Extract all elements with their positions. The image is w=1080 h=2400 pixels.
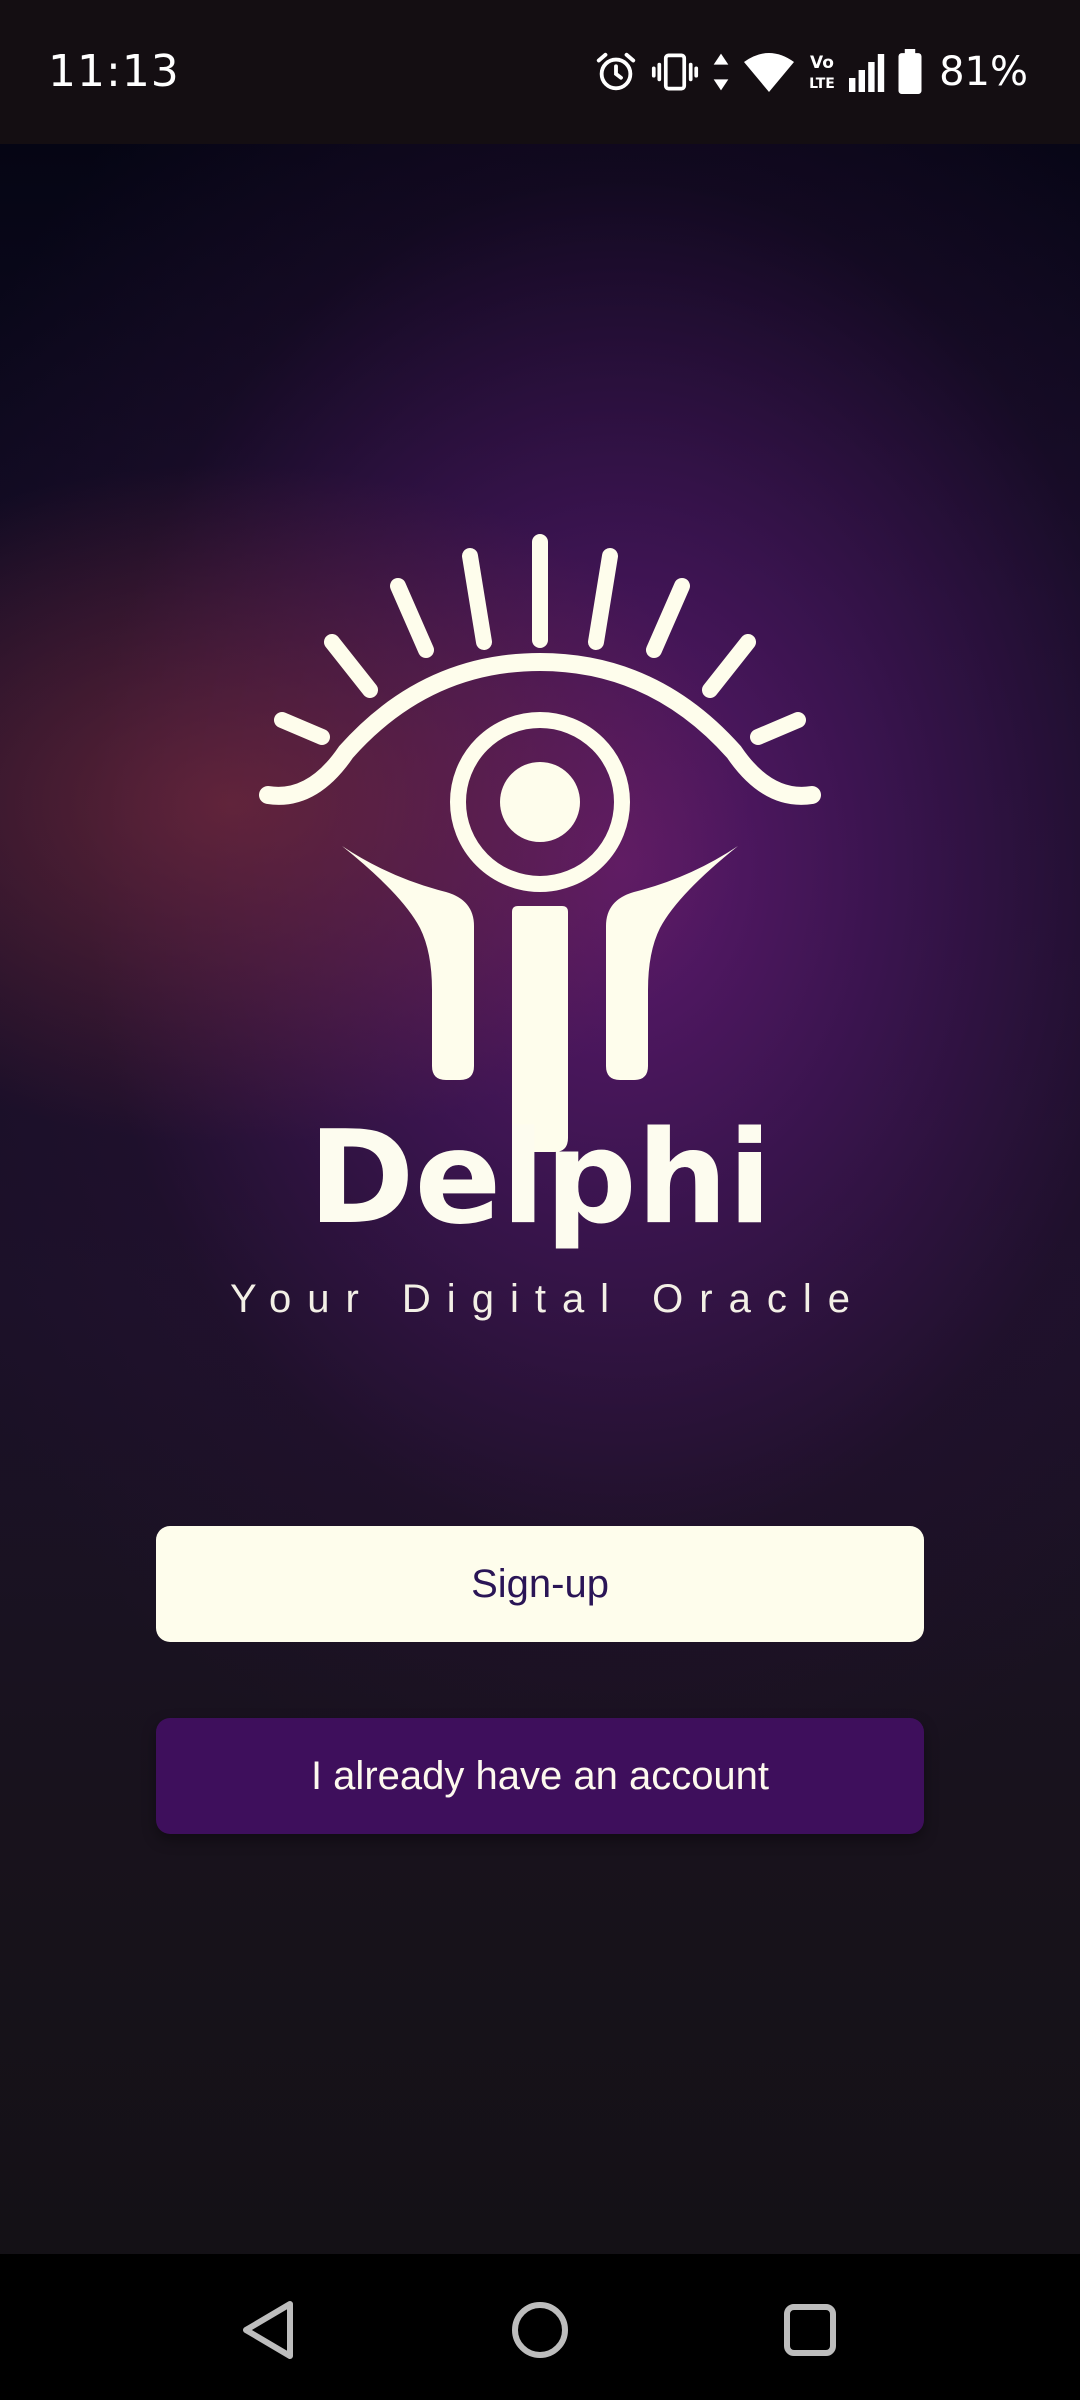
navigation-bar (0, 2254, 1080, 2400)
signal-icon (849, 52, 885, 92)
app-tagline: Your Digital Oracle (229, 1277, 866, 1321)
status-icons: Vo LTE 81% (593, 40, 1028, 104)
vibrate-icon (651, 49, 699, 95)
status-bar: 11:13 Vo LTE 81% (0, 0, 1080, 144)
signup-button[interactable]: Sign-up (156, 1526, 924, 1642)
login-button[interactable]: I already have an account (156, 1718, 924, 1834)
data-arrows-icon (711, 50, 731, 94)
wifi-icon (743, 50, 795, 94)
oracle-eye-icon (250, 380, 830, 1180)
welcome-screen: Delphi Your Digital Oracle Sign-up I alr… (0, 144, 1080, 2254)
app-title: Delphi (308, 1104, 772, 1253)
battery-icon (897, 49, 923, 95)
battery-percent: 81% (939, 49, 1028, 95)
svg-text:LTE: LTE (809, 76, 835, 92)
home-button[interactable] (500, 2292, 580, 2372)
status-time: 11:13 (48, 46, 180, 97)
recents-button[interactable] (770, 2292, 850, 2372)
svg-text:Vo: Vo (810, 53, 834, 73)
screen: 11:13 Vo LTE 81% Delphi Your Digital Ora… (0, 0, 1080, 2400)
recents-icon (782, 2302, 838, 2363)
back-button[interactable] (228, 2292, 308, 2372)
alarm-icon (593, 49, 639, 95)
back-icon (238, 2298, 298, 2367)
volte-icon: Vo LTE (807, 50, 837, 94)
home-icon (510, 2300, 570, 2365)
